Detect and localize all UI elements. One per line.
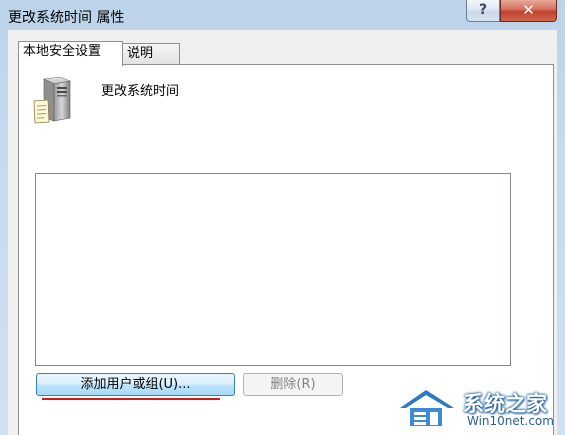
annotation-underline <box>42 398 220 400</box>
add-user-or-group-button[interactable]: 添加用户或组(U)... <box>36 373 235 396</box>
tab-local-security-setting[interactable]: 本地安全设置 <box>18 41 123 66</box>
close-button[interactable]: ✕ <box>500 0 557 22</box>
tab-label: 说明 <box>127 46 154 61</box>
help-icon: ? <box>478 2 488 18</box>
help-button[interactable]: ? <box>466 0 500 22</box>
site-watermark: 系统之家 Win10net.com <box>396 386 561 431</box>
watermark-site: Win10net.com <box>467 414 554 428</box>
add-button-label: 添加用户或组(U)... <box>80 377 191 392</box>
tab-label: 本地安全设置 <box>23 44 102 59</box>
tab-explain[interactable]: 说明 <box>122 43 180 64</box>
close-icon: ✕ <box>522 1 535 19</box>
server-policy-icon <box>33 76 72 124</box>
members-listbox[interactable] <box>35 173 511 366</box>
policy-name: 更改系统时间 <box>101 84 180 99</box>
window-title: 更改系统时间 属性 <box>8 10 125 26</box>
remove-button: 删除(R) <box>243 373 343 396</box>
house-logo-icon <box>400 390 454 426</box>
remove-button-label: 删除(R) <box>270 377 316 392</box>
